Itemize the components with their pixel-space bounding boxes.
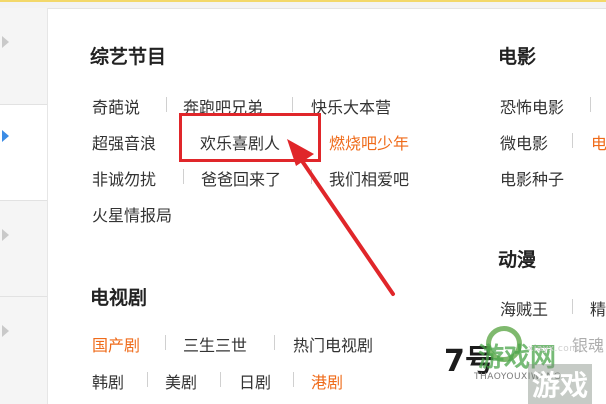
watermark-domain: xiayx.com (528, 344, 579, 354)
watermark-white-text: 游戏 (528, 364, 593, 404)
